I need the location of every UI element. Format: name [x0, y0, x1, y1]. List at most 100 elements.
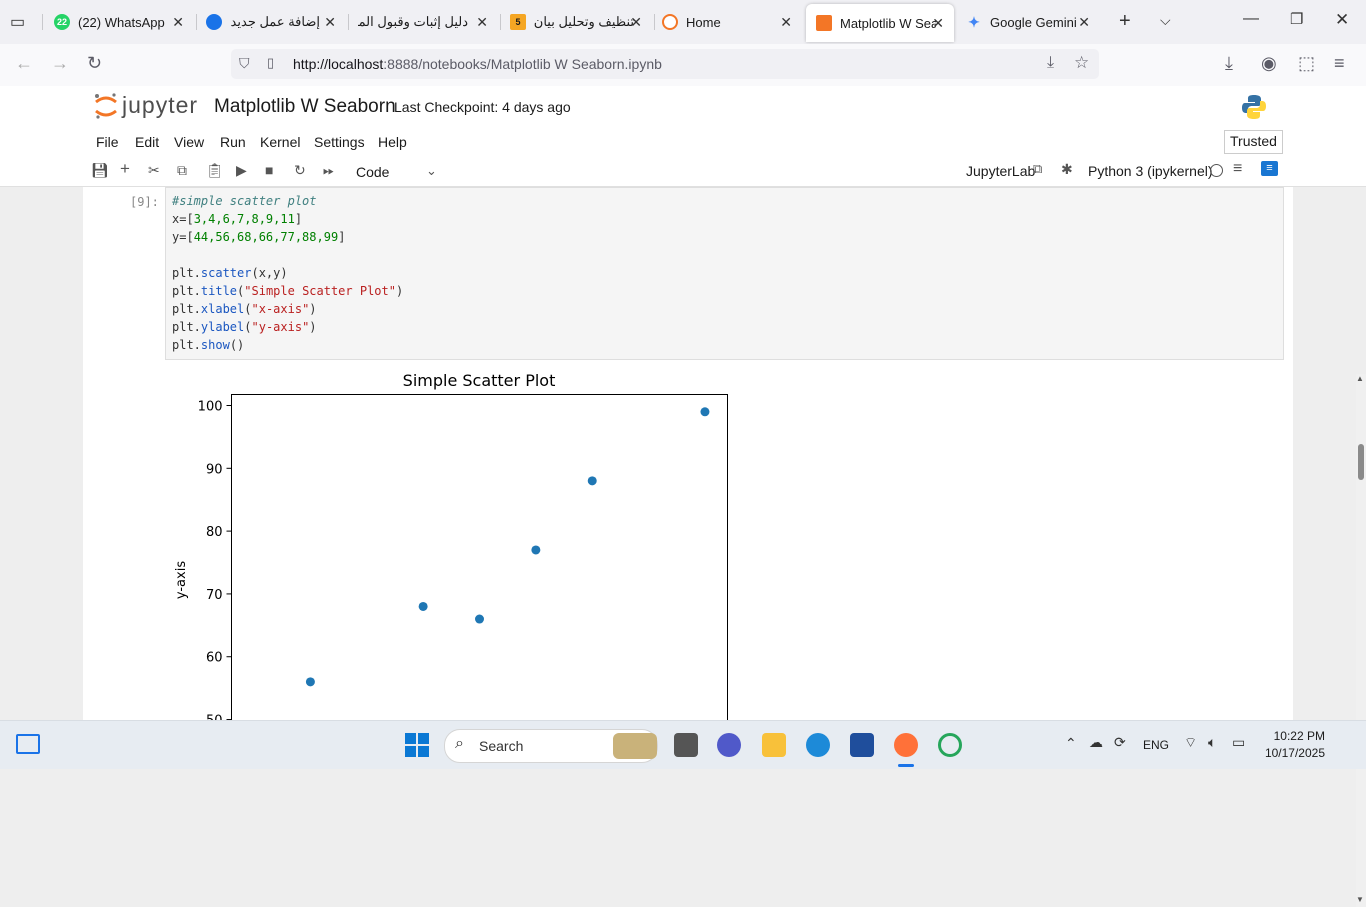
tab-home[interactable]: Home ✕ — [662, 0, 802, 44]
url-text[interactable]: http://localhost:8888/notebooks/Matplotl… — [293, 56, 662, 72]
widgets-icon[interactable] — [16, 734, 40, 754]
minimize-icon[interactable]: — — [1243, 10, 1259, 28]
save-icon[interactable]: 💾︎ — [91, 162, 109, 179]
python-logo-icon — [1240, 93, 1268, 121]
page-icon[interactable]: ▯ — [267, 55, 274, 71]
store-icon[interactable] — [850, 733, 874, 757]
battery-icon[interactable]: ▭ — [1232, 734, 1245, 751]
menu-settings[interactable]: Settings — [314, 134, 365, 150]
tab-guide[interactable]: دليل إثبات وقبول المهـ ✕ — [358, 0, 498, 44]
menu-icon[interactable]: ≡ — [1334, 53, 1345, 74]
external-link-icon[interactable]: ⧉ — [1033, 161, 1042, 177]
taskbar-search[interactable]: ⌕ Search — [444, 729, 658, 763]
volume-icon[interactable]: 🔈︎ — [1208, 734, 1216, 751]
stop-icon[interactable]: ■ — [265, 162, 273, 178]
menu-kernel[interactable]: Kernel — [260, 134, 300, 150]
plot-area — [231, 394, 728, 720]
tab-add-work[interactable]: إضافة عمل جديد | ✕ — [206, 0, 346, 44]
reload-icon[interactable]: ↻ — [87, 53, 102, 74]
jupyter-logo-text[interactable]: jupyter — [122, 92, 198, 119]
scroll-down-icon[interactable]: ▼ — [1356, 895, 1364, 904]
close-tab-icon[interactable]: ✕ — [630, 14, 642, 31]
jupyterlab-link[interactable]: JupyterLab — [966, 163, 1035, 179]
language-indicator[interactable]: ENG — [1143, 738, 1169, 752]
close-tab-icon[interactable]: ✕ — [324, 14, 336, 31]
chevron-up-icon[interactable]: ⌃ — [1065, 735, 1077, 752]
run-icon[interactable]: ▶ — [236, 162, 247, 179]
scatter-point — [475, 614, 484, 624]
code-token: title — [200, 284, 238, 298]
code-comment: #simple scatter plot — [172, 194, 317, 208]
edge-icon[interactable] — [806, 733, 830, 757]
close-tab-icon[interactable]: ✕ — [476, 14, 488, 31]
new-tab-icon[interactable]: + — [1119, 10, 1131, 33]
tab-data-cleaning[interactable]: 5 تنظيف وتحليل بيان ✕ — [510, 0, 652, 44]
restart-icon[interactable]: ↻ — [294, 162, 306, 179]
debugger-icon[interactable]: ✱ — [1061, 161, 1073, 178]
menu-run[interactable]: Run — [220, 134, 246, 150]
code-token: ( — [244, 320, 252, 334]
property-inspector-icon[interactable]: ≡ — [1261, 161, 1278, 176]
restart-run-all-icon[interactable]: ⏩︎ — [323, 162, 334, 179]
menu-help[interactable]: Help — [378, 134, 407, 150]
tab-whatsapp[interactable]: 22 (22) WhatsApp ✕ — [54, 0, 194, 44]
jupyter-logo-icon[interactable] — [93, 92, 119, 120]
trusted-indicator[interactable]: Trusted — [1224, 130, 1283, 154]
chart-title: Simple Scatter Plot — [403, 371, 556, 390]
y-tick-label: 80 — [206, 525, 223, 540]
cell-type-select[interactable]: Code ⌄ — [352, 158, 442, 182]
file-explorer-icon[interactable] — [762, 733, 786, 757]
copy-icon[interactable]: ⧉ — [177, 162, 187, 179]
cell-type-value: Code — [356, 164, 390, 180]
paste-icon[interactable]: 📋︎ — [206, 162, 224, 179]
windows-start-icon[interactable] — [405, 733, 429, 757]
cut-icon[interactable]: ✂ — [148, 162, 160, 179]
code-cell-editor[interactable]: #simple scatter plot x=[3,4,6,7,8,9,11] … — [165, 187, 1284, 360]
address-bar[interactable]: ⛉ ▯ http://localhost:8888/notebooks/Matp… — [231, 49, 1099, 79]
menu-edit[interactable]: Edit — [135, 134, 159, 150]
search-icon: ⌕ — [455, 735, 464, 752]
menu-lines-icon[interactable]: ≡ — [1233, 160, 1242, 178]
tab-gemini[interactable]: ✦ Google Gemini ✕ — [966, 0, 1100, 44]
tab-label: Matplotlib W Sea — [840, 15, 936, 31]
url-path: :8888/notebooks/Matplotlib W Seaborn.ipy… — [383, 56, 662, 72]
save-page-icon[interactable]: ⤓ — [1047, 54, 1054, 72]
vertical-scrollbar[interactable]: ▲ ▼ — [1356, 374, 1366, 907]
window-close-icon[interactable]: ✕ — [1335, 10, 1349, 30]
downloads-icon[interactable]: ⤓ — [1225, 53, 1233, 74]
cloud-off-icon[interactable]: ☁ — [1089, 734, 1103, 751]
kernel-name[interactable]: Python 3 (ipykernel) — [1088, 163, 1213, 179]
close-tab-icon[interactable]: ✕ — [172, 14, 184, 31]
bookmark-star-icon[interactable]: ☆ — [1074, 53, 1089, 73]
tab-overflow-icon[interactable]: ⌵ — [1160, 12, 1171, 29]
sync-icon[interactable]: ⟳ — [1114, 734, 1126, 751]
code-token: x=[ — [172, 212, 194, 226]
clock-time[interactable]: 10:22 PM — [1263, 729, 1325, 743]
restore-icon[interactable]: ❐ — [1290, 10, 1303, 28]
notebook-toolbar: 💾︎ + ✂ ⧉ 📋︎ ▶ ■ ↻ ⏩︎ Code ⌄ JupyterLab ⧉… — [0, 156, 1366, 187]
active-app-indicator — [898, 764, 914, 767]
back-icon[interactable]: ← — [15, 53, 33, 74]
clock-date[interactable]: 10/17/2025 — [1263, 746, 1325, 760]
close-tab-icon[interactable]: ✕ — [1078, 14, 1090, 31]
scroll-up-icon[interactable]: ▲ — [1356, 374, 1364, 383]
task-view-icon[interactable] — [674, 733, 698, 757]
menu-view[interactable]: View — [174, 134, 204, 150]
wifi-icon[interactable]: ⌔ — [1184, 734, 1197, 752]
insert-cell-icon[interactable]: + — [120, 159, 130, 179]
teams-icon[interactable] — [717, 733, 741, 757]
close-tab-icon[interactable]: ✕ — [780, 14, 792, 31]
extensions-icon[interactable]: ⬚ — [1298, 53, 1315, 74]
browser-tab-strip: ▭ 22 (22) WhatsApp ✕ إضافة عمل جديد | ✕ … — [0, 0, 1366, 44]
tab-list-icon[interactable]: ▭ — [10, 12, 25, 32]
notebook-title[interactable]: Matplotlib W Seaborn — [214, 96, 396, 118]
tab-matplotlib[interactable]: Matplotlib W Sea ✕ — [806, 4, 954, 42]
forward-icon[interactable]: → — [51, 53, 69, 74]
scrollbar-thumb[interactable] — [1358, 444, 1364, 480]
close-tab-icon[interactable]: ✕ — [932, 15, 944, 32]
app-icon[interactable] — [938, 733, 962, 757]
menu-file[interactable]: File — [96, 134, 119, 150]
shield-icon[interactable]: ⛉ — [239, 55, 250, 72]
account-icon[interactable]: ◉ — [1261, 53, 1277, 74]
firefox-icon[interactable] — [894, 733, 918, 757]
